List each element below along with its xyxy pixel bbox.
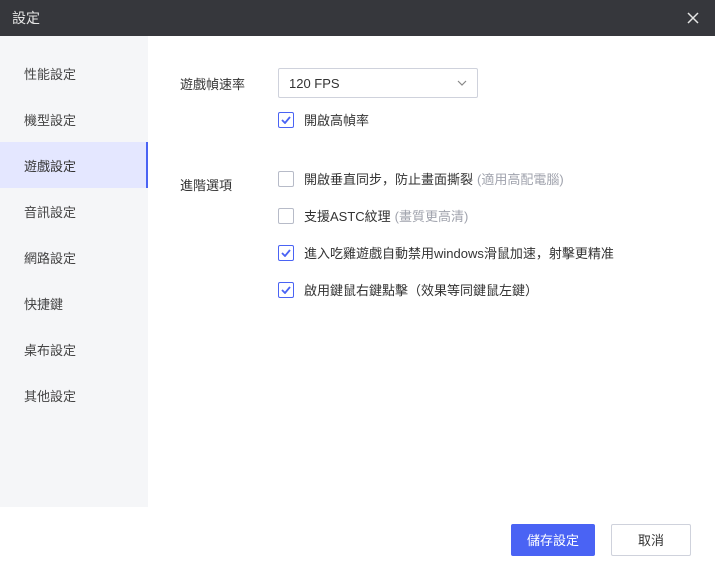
highfps-row: 開啟高幀率: [278, 110, 687, 129]
footer: 儲存設定 取消: [0, 507, 715, 571]
mouse-label: 進入吃雞遊戲自動禁用windows滑鼠加速，射擊更精准: [304, 243, 614, 262]
mouse-row: 進入吃雞遊戲自動禁用windows滑鼠加速，射擊更精准: [278, 243, 687, 262]
main-panel: 遊戲幀速率 120 FPS 開啟高幀率 進階選項: [148, 36, 715, 507]
rclick-row: 啟用鍵鼠右鍵點擊（效果等同鍵鼠左鍵）: [278, 280, 687, 299]
astc-checkbox[interactable]: [278, 208, 294, 224]
vsync-label: 開啟垂直同步，防止畫面撕裂: [304, 169, 473, 188]
sidebar-item-label: 音訊設定: [24, 202, 76, 221]
vsync-hint: (適用高配電腦): [477, 169, 564, 188]
close-button[interactable]: [683, 8, 703, 28]
sidebar-item-shortcut[interactable]: 快捷鍵: [0, 280, 148, 326]
sidebar-item-label: 其他設定: [24, 386, 76, 405]
window-title: 設定: [12, 8, 40, 28]
sidebar-item-game[interactable]: 遊戲設定: [0, 142, 148, 188]
fps-label: 遊戲幀速率: [180, 68, 278, 145]
sidebar-item-wallpaper[interactable]: 桌布設定: [0, 326, 148, 372]
sidebar-item-network[interactable]: 網路設定: [0, 234, 148, 280]
sidebar-item-other[interactable]: 其他設定: [0, 372, 148, 418]
advanced-row: 進階選項 開啟垂直同步，防止畫面撕裂 (適用高配電腦) 支援ASTC紋理 (畫質…: [180, 169, 687, 317]
rclick-label: 啟用鍵鼠右鍵點擊（效果等同鍵鼠左鍵）: [304, 280, 538, 299]
save-button[interactable]: 儲存設定: [511, 524, 595, 556]
chevron-down-icon: [457, 80, 467, 86]
sidebar-item-label: 網路設定: [24, 248, 76, 267]
sidebar-item-label: 性能設定: [24, 64, 76, 83]
mouse-checkbox[interactable]: [278, 245, 294, 261]
sidebar: 性能設定 機型設定 遊戲設定 音訊設定 網路設定 快捷鍵 桌布設定 其他設定: [0, 36, 148, 507]
astc-label: 支援ASTC紋理: [304, 206, 391, 225]
advanced-label: 進階選項: [180, 169, 278, 317]
astc-row: 支援ASTC紋理 (畫質更高清): [278, 206, 687, 225]
sidebar-item-label: 遊戲設定: [24, 156, 76, 175]
fps-select[interactable]: 120 FPS: [278, 68, 478, 98]
fps-value: 120 FPS: [289, 76, 340, 91]
sidebar-item-audio[interactable]: 音訊設定: [0, 188, 148, 234]
sidebar-item-performance[interactable]: 性能設定: [0, 50, 148, 96]
sidebar-item-label: 快捷鍵: [24, 294, 63, 313]
fps-row: 遊戲幀速率 120 FPS 開啟高幀率: [180, 68, 687, 145]
titlebar: 設定: [0, 0, 715, 36]
astc-hint: (畫質更高清): [395, 206, 469, 225]
highfps-checkbox[interactable]: [278, 112, 294, 128]
rclick-checkbox[interactable]: [278, 282, 294, 298]
vsync-checkbox[interactable]: [278, 171, 294, 187]
sidebar-item-model[interactable]: 機型設定: [0, 96, 148, 142]
vsync-row: 開啟垂直同步，防止畫面撕裂 (適用高配電腦): [278, 169, 687, 188]
sidebar-item-label: 桌布設定: [24, 340, 76, 359]
cancel-button[interactable]: 取消: [611, 524, 691, 556]
sidebar-item-label: 機型設定: [24, 110, 76, 129]
close-icon: [687, 12, 699, 24]
highfps-label: 開啟高幀率: [304, 110, 369, 129]
body: 性能設定 機型設定 遊戲設定 音訊設定 網路設定 快捷鍵 桌布設定 其他設定 遊…: [0, 36, 715, 507]
